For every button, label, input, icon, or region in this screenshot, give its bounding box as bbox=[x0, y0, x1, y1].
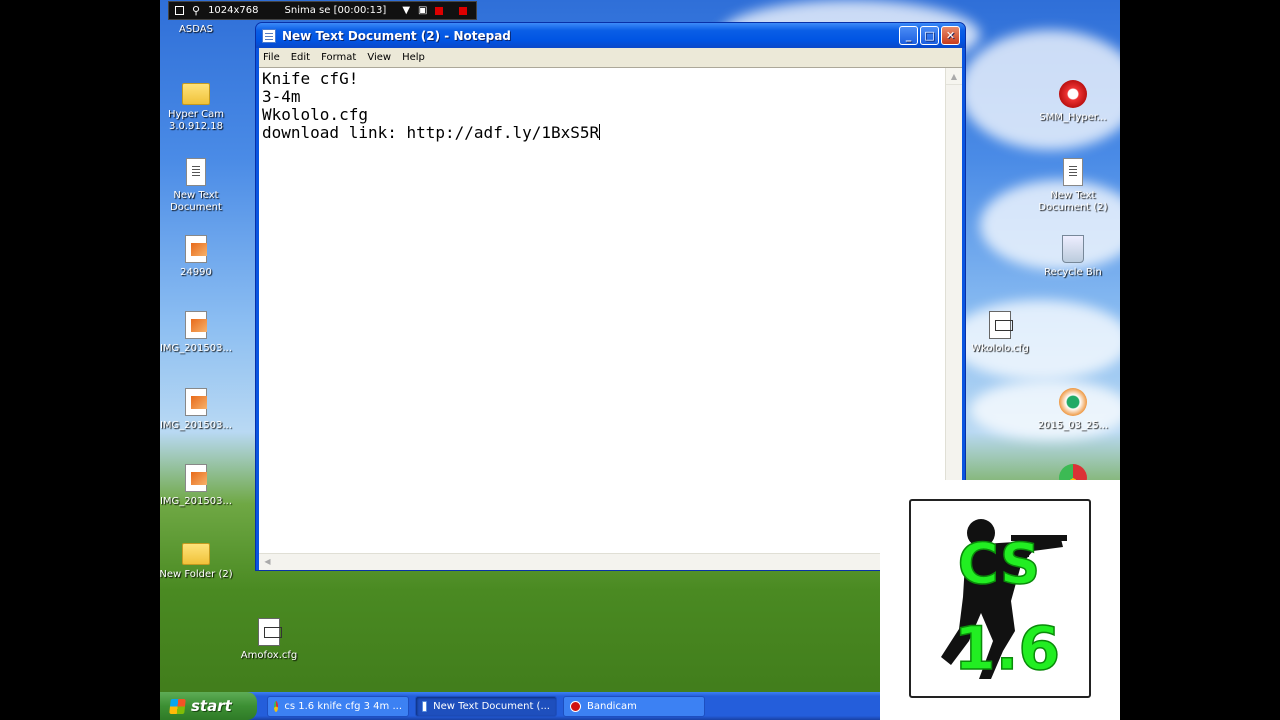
cfg-file-icon bbox=[258, 618, 282, 646]
desktop-icon-hypercam[interactable]: Hyper Cam 3.0.912.18 bbox=[160, 83, 236, 133]
scroll-left-icon[interactable]: ◀ bbox=[259, 554, 276, 570]
record-icon bbox=[1059, 80, 1087, 108]
desktop-icon-amofox-cfg[interactable]: Amofox.cfg bbox=[229, 618, 309, 662]
cfg-file-icon bbox=[989, 311, 1013, 339]
menu-edit[interactable]: Edit bbox=[291, 52, 310, 63]
text-editor[interactable]: Knife cfG! 3-4m Wkololo.cfg download link: … bbox=[259, 67, 962, 570]
desktop-icon-2015-03-25[interactable]: 2015_03_25... bbox=[1033, 388, 1113, 432]
desktop-icon-wkololo-cfg[interactable]: Wkololo.cfg bbox=[960, 311, 1040, 355]
title-bar[interactable]: New Text Document (2) - Notepad _ □ ✕ bbox=[256, 23, 965, 48]
windows-logo-icon bbox=[169, 698, 186, 714]
counter-strike-soldier-icon: CS 1.6 bbox=[941, 519, 1067, 685]
dropdown-arrow-icon[interactable]: ▼ bbox=[402, 5, 410, 16]
text-document-icon bbox=[1063, 158, 1083, 186]
minimize-button[interactable]: _ bbox=[899, 26, 918, 45]
desktop-icon-new-text-document-2[interactable]: New Text Document (2) bbox=[1033, 158, 1113, 214]
recycle-bin-icon bbox=[1062, 235, 1084, 263]
logo-title: CS bbox=[958, 532, 1040, 597]
image-file-icon bbox=[185, 388, 207, 416]
notepad-icon bbox=[262, 28, 276, 43]
menu-bar: File Edit Format View Help bbox=[259, 48, 962, 67]
media-file-icon bbox=[1059, 388, 1087, 416]
cs16-logo: CS 1.6 bbox=[909, 499, 1091, 698]
scroll-up-icon[interactable]: ▲ bbox=[946, 68, 962, 85]
taskbar-item-browser[interactable]: cs 1.6 knife cfg 3 4m ... bbox=[267, 695, 409, 717]
recorder-resolution: 1024x768 bbox=[208, 5, 259, 16]
recorder-status: Snima se [00:00:13] bbox=[284, 5, 387, 16]
pause-icon[interactable] bbox=[435, 6, 444, 15]
desktop-icon-img-2[interactable]: IMG_201503... bbox=[160, 388, 236, 432]
image-file-icon bbox=[185, 235, 207, 263]
text-document-icon bbox=[186, 158, 206, 186]
taskbar-item-bandicam[interactable]: Bandicam bbox=[563, 695, 705, 717]
text-caret bbox=[599, 124, 601, 140]
close-button[interactable]: ✕ bbox=[941, 26, 960, 45]
desktop-icon-new-folder-2[interactable]: New Folder (2) bbox=[160, 543, 236, 581]
menu-help[interactable]: Help bbox=[402, 52, 425, 63]
menu-format[interactable]: Format bbox=[321, 52, 356, 63]
image-file-icon bbox=[185, 311, 207, 339]
desktop-icon-img-1[interactable]: IMG_201503... bbox=[160, 311, 236, 355]
notepad-window: New Text Document (2) - Notepad _ □ ✕ Fi… bbox=[255, 22, 966, 571]
menu-file[interactable]: File bbox=[263, 52, 280, 63]
text-line: Wkololo.cfg bbox=[262, 105, 368, 124]
zoom-icon[interactable]: ⚲ bbox=[192, 4, 200, 17]
start-button[interactable]: start bbox=[160, 692, 257, 720]
desktop-icon-recycle-bin[interactable]: Recycle Bin bbox=[1033, 235, 1113, 279]
window-title: New Text Document (2) - Notepad bbox=[282, 28, 511, 43]
horizontal-scrollbar[interactable]: ◀ bbox=[259, 553, 945, 570]
logo-version: 1.6 bbox=[954, 614, 1060, 684]
desktop-icon-smm-hyper[interactable]: SMM_Hyper... bbox=[1033, 80, 1113, 124]
desktop-icon-24990[interactable]: 24990 bbox=[160, 235, 236, 279]
desktop-icon-new-text-document[interactable]: New Text Document bbox=[160, 158, 236, 214]
camera-icon[interactable]: ▣ bbox=[418, 5, 427, 16]
text-line: Knife cfG! bbox=[262, 69, 359, 88]
taskbar-item-notepad[interactable]: New Text Document (... bbox=[415, 695, 557, 717]
text-line: 3-4m bbox=[262, 87, 301, 106]
text-line: download link: http://adf.ly/1BxS5R bbox=[262, 123, 600, 142]
maximize-button[interactable]: □ bbox=[920, 26, 939, 45]
recorder-bar: ⚲ 1024x768 Snima se [00:00:13] ▼ ▣ bbox=[168, 1, 477, 20]
chrome-icon bbox=[274, 700, 279, 712]
image-file-icon bbox=[185, 464, 207, 492]
notepad-icon bbox=[422, 700, 428, 712]
window-mode-icon[interactable] bbox=[175, 6, 184, 15]
bandicam-record-icon bbox=[570, 700, 581, 712]
desktop-icon-img-3[interactable]: IMG_201503... bbox=[160, 464, 236, 508]
stop-icon[interactable] bbox=[459, 6, 468, 15]
editor-text[interactable]: Knife cfG! 3-4m Wkololo.cfg download link: … bbox=[262, 69, 601, 142]
folder-icon bbox=[182, 543, 210, 565]
menu-view[interactable]: View bbox=[367, 52, 391, 63]
folder-icon bbox=[182, 83, 210, 105]
